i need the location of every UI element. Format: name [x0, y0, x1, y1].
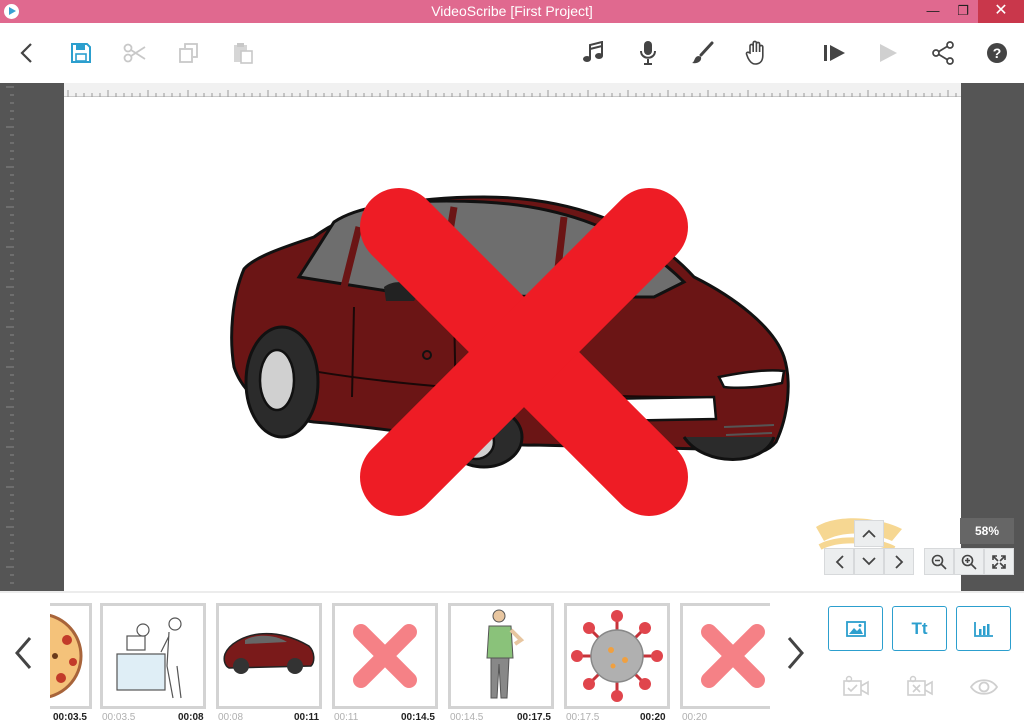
brush-button[interactable]	[688, 39, 716, 67]
back-button[interactable]	[13, 39, 41, 67]
red-cross-thumbnail	[353, 624, 417, 688]
car-thumbnail	[223, 632, 315, 674]
fit-to-screen-button[interactable]	[984, 548, 1014, 575]
element-start-time: 00:11	[334, 712, 359, 723]
timeline-panel: 00:03.5 00:03.5 00:08 00:08 00:11 00:11 …	[0, 591, 1024, 728]
timeline-strip: 00:03.5 00:03.5 00:08 00:08 00:11 00:11 …	[50, 603, 770, 725]
chevron-left-icon	[15, 637, 32, 669]
element-end-time: 00:03.5	[53, 712, 87, 723]
stage-area[interactable]: 58%	[0, 83, 1024, 591]
window-title: VideoScribe [First Project]	[431, 3, 593, 19]
paste-icon	[234, 43, 253, 64]
zoom-out-icon	[931, 554, 947, 570]
image-icon	[845, 620, 866, 637]
add-chart-button[interactable]	[956, 606, 1011, 651]
element-end-time: 00:17.5	[517, 712, 551, 723]
camera-cross-icon	[907, 675, 933, 696]
timeline-element[interactable]	[216, 603, 322, 709]
timeline-element[interactable]	[50, 603, 92, 709]
help-icon: ?	[987, 43, 1007, 63]
element-end-time: 00:14.5	[401, 712, 435, 723]
add-text-label: Tt	[911, 618, 928, 638]
pizza-thumbnail	[50, 613, 83, 699]
eye-icon	[969, 679, 999, 695]
vertical-ruler-ticks	[6, 86, 14, 584]
camera-check-icon	[843, 675, 869, 696]
share-icon	[932, 41, 954, 65]
timeline-element[interactable]	[332, 603, 438, 709]
play-from-start-button[interactable]	[821, 39, 849, 67]
pan-right-button[interactable]	[884, 548, 914, 575]
zoom-in-button[interactable]	[954, 548, 984, 575]
play-icon	[880, 44, 897, 62]
pan-down-button[interactable]	[854, 548, 884, 575]
red-cross-thumbnail	[701, 624, 765, 688]
svg-text:?: ?	[993, 45, 1002, 61]
canvas-drawing	[230, 188, 902, 552]
save-icon	[71, 43, 91, 63]
restore-button[interactable]: ❐	[948, 0, 978, 23]
element-end-time: 00:20	[640, 712, 666, 723]
office-people-thumbnail	[116, 617, 182, 699]
timeline-element[interactable]	[564, 603, 670, 709]
back-icon	[20, 43, 32, 63]
preview-button[interactable]	[968, 673, 1000, 701]
zoom-in-icon	[961, 554, 977, 570]
music-button[interactable]	[579, 39, 607, 67]
toolbar: ?	[0, 23, 1024, 83]
pan-up-button[interactable]	[854, 520, 884, 547]
element-end-time: 00:11	[294, 712, 320, 723]
add-text-button[interactable]: Tt	[892, 606, 947, 651]
share-button[interactable]	[929, 39, 957, 67]
paste-button[interactable]	[229, 39, 257, 67]
play-from-start-icon	[824, 45, 845, 61]
chevron-down-icon	[862, 557, 876, 566]
element-end-time: 00:08	[178, 712, 204, 723]
voiceover-button[interactable]	[634, 39, 662, 67]
microphone-icon	[640, 41, 656, 65]
vertical-ruler	[0, 83, 14, 591]
element-start-time: 00:08	[218, 712, 244, 723]
minimize-button[interactable]: —	[918, 0, 948, 23]
title-bar: VideoScribe [First Project] — ❐ ✕	[0, 0, 1024, 23]
copy-icon	[179, 43, 198, 63]
element-start-time: 00:14.5	[450, 712, 484, 723]
hand-button[interactable]	[742, 39, 770, 67]
camera-set-button[interactable]	[840, 673, 872, 701]
timeline-element[interactable]	[100, 603, 206, 709]
pan-left-button[interactable]	[824, 548, 854, 575]
cut-button[interactable]	[121, 39, 149, 67]
add-image-button[interactable]	[828, 606, 883, 651]
horizontal-ruler	[64, 83, 961, 97]
brush-icon	[692, 41, 714, 64]
chart-icon	[973, 621, 993, 637]
zoom-out-button[interactable]	[924, 548, 954, 575]
play-button[interactable]	[874, 39, 902, 67]
expand-icon	[992, 554, 1006, 569]
timeline-scroll-right-button[interactable]	[783, 633, 809, 673]
virus-thumbnail	[571, 610, 663, 702]
save-button[interactable]	[67, 39, 95, 67]
camera-clear-button[interactable]	[904, 673, 936, 701]
chevron-right-icon	[787, 637, 804, 669]
element-start-time: 00:03.5	[102, 712, 136, 723]
hand-icon	[745, 40, 764, 65]
horizontal-ruler-ticks	[67, 90, 957, 97]
help-button[interactable]: ?	[983, 39, 1011, 67]
zoom-level: 58%	[960, 518, 1014, 544]
music-icon	[583, 41, 603, 62]
close-button[interactable]: ✕	[978, 0, 1024, 23]
timeline-scroll-left-button[interactable]	[10, 633, 36, 673]
chevron-left-icon	[835, 554, 844, 569]
chevron-up-icon	[862, 529, 876, 538]
cut-icon	[123, 43, 146, 63]
timeline-element[interactable]	[448, 603, 554, 709]
element-start-time: 00:17.5	[566, 712, 600, 723]
copy-button[interactable]	[175, 39, 203, 67]
man-thumbnail	[486, 609, 525, 699]
canvas[interactable]	[64, 97, 961, 591]
chevron-right-icon	[894, 554, 903, 569]
timeline-element[interactable]	[680, 603, 770, 709]
element-start-time: 00:20	[682, 712, 708, 723]
